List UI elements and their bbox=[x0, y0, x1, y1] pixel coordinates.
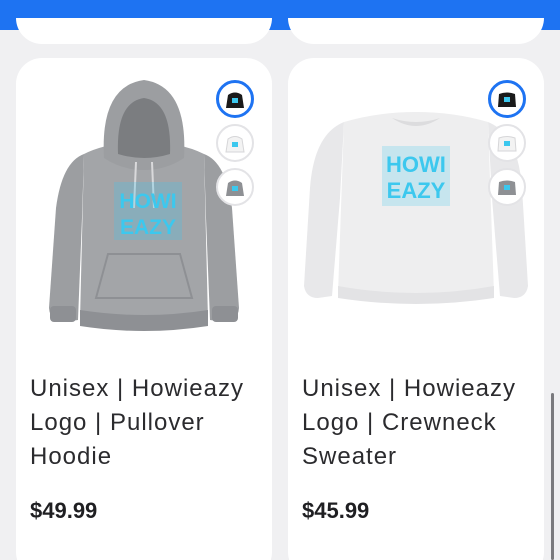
product-title[interactable]: Unisex | Howieazy Logo | Pullover Hoodie bbox=[30, 372, 262, 474]
product-card-crewneck[interactable]: HOWI EAZY Unisex | Howieazy Logo | Crewn… bbox=[288, 58, 544, 560]
white-sweater-icon bbox=[497, 136, 517, 152]
grey-hoodie-icon bbox=[226, 180, 244, 196]
black-sweater-icon bbox=[498, 92, 516, 107]
color-swatch-white[interactable] bbox=[488, 124, 526, 162]
black-hoodie-icon bbox=[226, 92, 244, 108]
grey-sweater-icon bbox=[498, 180, 516, 195]
previous-product-card[interactable] bbox=[288, 18, 544, 44]
product-card-hoodie[interactable]: HOWI EAZY Unisex | Howieazy Logo | Pullo… bbox=[16, 58, 272, 560]
crewneck-logo-line2: EAZY bbox=[387, 178, 446, 203]
crewneck-logo-line1: HOWI bbox=[386, 152, 446, 177]
product-price: $49.99 bbox=[30, 498, 98, 523]
product-price: $45.99 bbox=[302, 498, 370, 523]
hoodie-logo-line2: EAZY bbox=[120, 216, 176, 239]
color-swatch-black[interactable] bbox=[216, 80, 254, 118]
previous-product-card[interactable] bbox=[16, 18, 272, 44]
color-swatch-black[interactable] bbox=[488, 80, 526, 118]
white-hoodie-icon bbox=[225, 136, 245, 153]
product-title[interactable]: Unisex | Howieazy Logo | Crewneck Sweate… bbox=[302, 372, 534, 474]
color-swatch-heather-grey[interactable] bbox=[216, 168, 254, 206]
hoodie-logo-line1: HOWI bbox=[119, 190, 176, 213]
color-swatch-heather-grey[interactable] bbox=[488, 168, 526, 206]
scrollbar[interactable] bbox=[551, 393, 554, 560]
color-swatch-white[interactable] bbox=[216, 124, 254, 162]
